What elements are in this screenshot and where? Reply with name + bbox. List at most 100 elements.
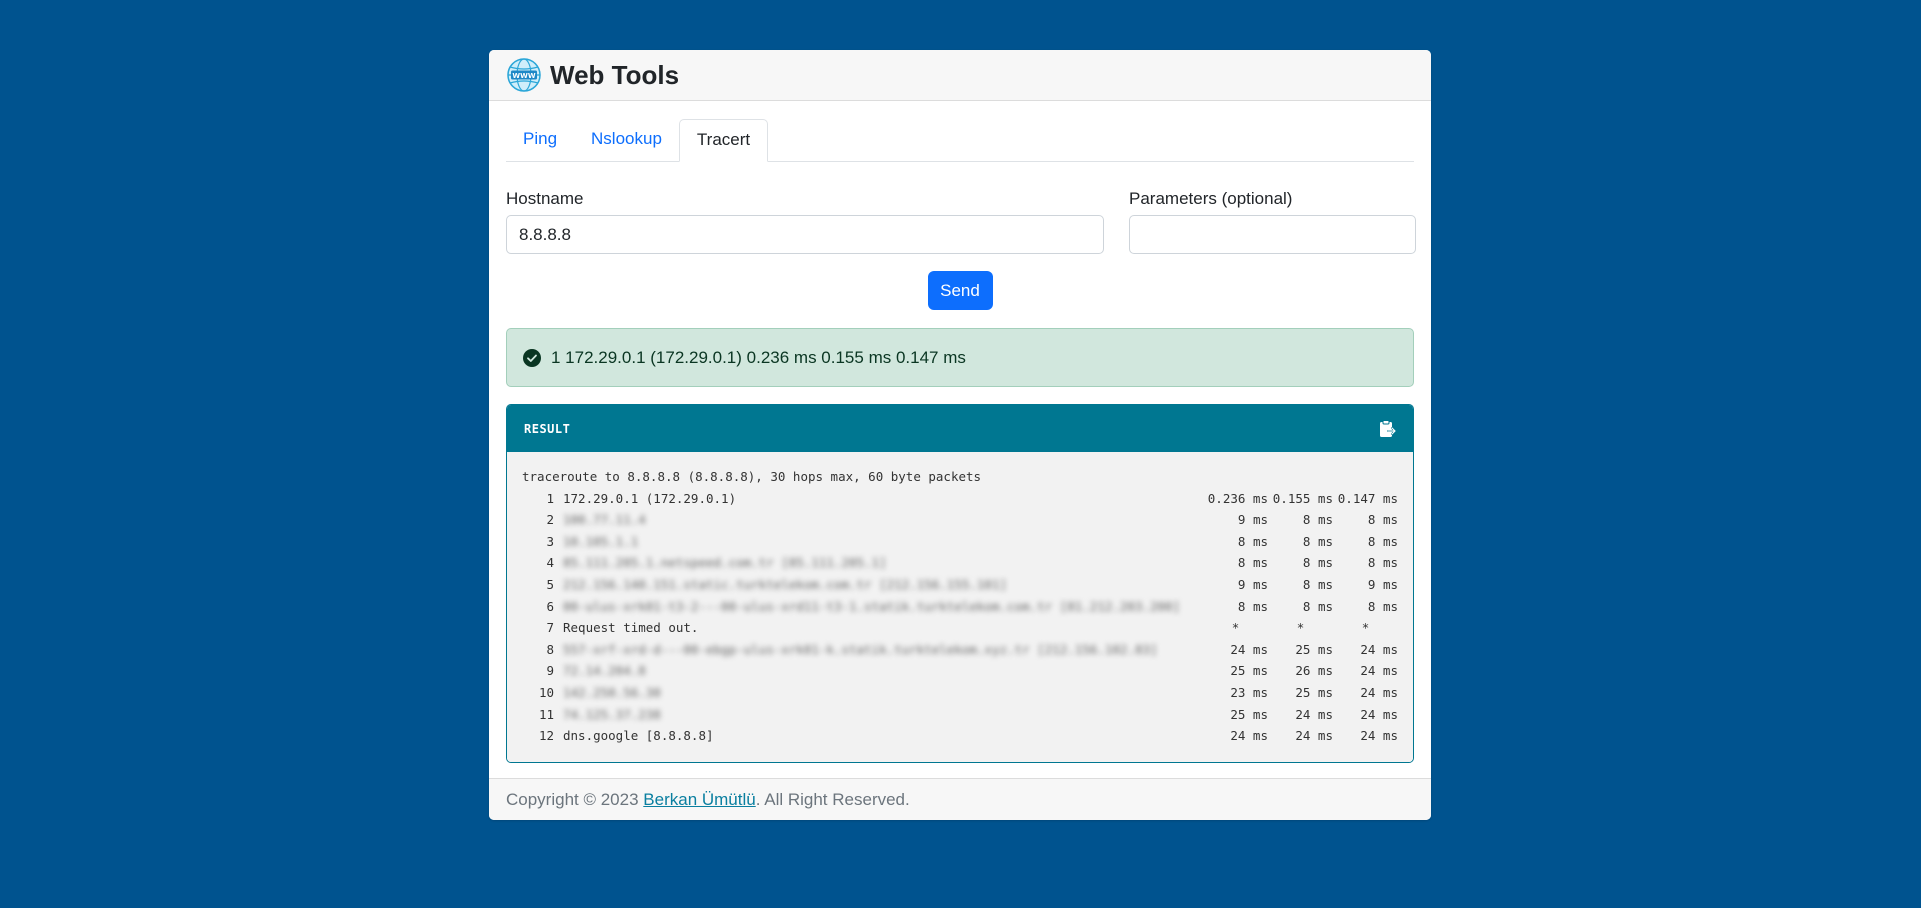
tab-tracert[interactable]: Tracert (678, 119, 769, 162)
hop-time-3: 8 ms (1367, 555, 1398, 571)
hostname-label: Hostname (506, 189, 584, 208)
hop-number: 4 (546, 555, 554, 571)
hop-time-3: 8 ms (1367, 598, 1398, 614)
hop-time-2: 0.155 ms (1272, 490, 1333, 506)
hop-time-2: 24 ms (1295, 728, 1333, 744)
hop-time-3: 24 ms (1360, 728, 1398, 744)
footer: Copyright © 2023 Berkan Ümütlü . All Rig… (489, 778, 1431, 820)
hop-host: 100.77.11.4 (563, 512, 646, 528)
hop-time-3: 8 ms (1367, 533, 1398, 549)
result-output: traceroute to 8.8.8.8 (8.8.8.8), 30 hops… (507, 452, 1413, 762)
hop-row: 8 557-xrf-xrd-d---00-ebgp-ulus-xrk01-k.st… (522, 639, 1398, 661)
hop-times: 9 ms 8 ms 9 ms (1203, 574, 1398, 596)
hop-number: 11 (538, 706, 554, 722)
hop-time-2: 8 ms (1302, 512, 1333, 528)
tab-ping[interactable]: Ping (506, 119, 574, 161)
parameters-group: Parameters (optional) (1129, 189, 1416, 254)
hop-time-2: 8 ms (1302, 576, 1333, 592)
hop-time-1: 8 ms (1237, 533, 1268, 549)
hop-time-1: 9 ms (1237, 576, 1268, 592)
hop-time-3: 24 ms (1360, 663, 1398, 679)
hop-time-1: 9 ms (1237, 512, 1268, 528)
hop-times: 9 ms 8 ms 8 ms (1203, 509, 1398, 531)
tab-nslookup[interactable]: Nslookup (574, 119, 679, 161)
hop-host: 212.156.140.151.static.turktelekom.com.t… (563, 576, 1008, 592)
hop-time-3: 8 ms (1367, 512, 1398, 528)
form-fields: Hostname Parameters (optional) (506, 189, 1416, 254)
hop-time-3: * (1361, 620, 1370, 636)
hop-times: 8 ms 8 ms 8 ms (1203, 531, 1398, 553)
parameters-label: Parameters (optional) (1129, 189, 1293, 208)
hop-row: 10 142.250.56.30 23 ms 25 ms 24 ms (522, 682, 1398, 704)
parameters-input[interactable] (1129, 215, 1416, 254)
hop-time-2: 25 ms (1295, 641, 1333, 657)
hostname-input[interactable] (506, 215, 1104, 254)
hop-time-1: * (1231, 620, 1240, 636)
hop-number: 7 (546, 620, 554, 636)
hop-times: * * * (1203, 617, 1398, 639)
send-wrap: Send (506, 271, 1414, 310)
hostname-group: Hostname (506, 189, 1104, 254)
hop-number: 1 (546, 490, 554, 506)
hop-time-1: 24 ms (1230, 728, 1268, 744)
footer-suffix: . All Right Reserved. (755, 789, 910, 809)
send-button[interactable]: Send (927, 271, 993, 310)
hop-time-1: 23 ms (1230, 684, 1268, 700)
tool-tabs: Ping Nslookup Tracert (506, 119, 1414, 162)
hop-time-3: 0.147 ms (1337, 490, 1398, 506)
hop-host: 74.125.37.238 (563, 706, 661, 722)
hop-number: 3 (546, 533, 554, 549)
hop-time-2: 25 ms (1295, 684, 1333, 700)
hop-row: 6 00-ulus-xrk01-t3-2---00-ulus-xrd11-t3-1… (522, 596, 1398, 618)
success-alert: 1 172.29.0.1 (172.29.0.1) 0.236 ms 0.155… (506, 328, 1414, 387)
hop-times: 25 ms 24 ms 24 ms (1203, 704, 1398, 726)
result-header: RESULT (507, 405, 1413, 452)
hop-times: 0.236 ms 0.155 ms 0.147 ms (1203, 488, 1398, 510)
hop-number: 9 (546, 663, 554, 679)
hop-time-2: 26 ms (1295, 663, 1333, 679)
app-title: Web Tools (550, 59, 680, 90)
card-header: WWW Web Tools (489, 50, 1431, 101)
hop-times: 8 ms 8 ms 8 ms (1203, 596, 1398, 618)
hop-host: 142.250.56.30 (563, 684, 661, 700)
hop-list: 1 172.29.0.1 (172.29.0.1) 0.236 ms 0.155 ms… (522, 488, 1398, 747)
author-link[interactable]: Berkan Ümütlü (643, 790, 755, 810)
hop-host: 172.29.0.1 (172.29.0.1) (563, 490, 737, 506)
hop-row: 12 dns.google [8.8.8.8] 24 ms 24 ms 24 ms (522, 725, 1398, 747)
hop-number: 2 (546, 512, 554, 528)
hop-row: 4 85.111.205.1.netspeed.com.tr [85.111.20… (522, 552, 1398, 574)
hop-time-1: 25 ms (1230, 706, 1268, 722)
hop-time-2: 8 ms (1302, 598, 1333, 614)
result-panel: RESULT traceroute to 8.8.8.8 (8.8.8.8), … (506, 404, 1414, 763)
hop-times: 24 ms 25 ms 24 ms (1203, 639, 1398, 661)
hop-host: dns.google [8.8.8.8] (563, 728, 714, 744)
hop-time-1: 8 ms (1237, 598, 1268, 614)
hop-host: 557-xrf-xrd-d---00-ebgp-ulus-xrk01-k.sta… (563, 641, 1158, 657)
hop-row: 9 72.14.204.8 25 ms 26 ms 24 ms (522, 660, 1398, 682)
hop-time-1: 0.236 ms (1207, 490, 1268, 506)
hop-times: 23 ms 25 ms 24 ms (1203, 682, 1398, 704)
hop-time-1: 24 ms (1230, 641, 1268, 657)
hop-time-1: 8 ms (1237, 555, 1268, 571)
hop-time-2: 24 ms (1295, 706, 1333, 722)
hop-times: 25 ms 26 ms 24 ms (1203, 660, 1398, 682)
hop-number: 8 (546, 641, 554, 657)
hop-host: 10.105.1.1 (563, 533, 639, 549)
clipboard-copy-icon[interactable] (1377, 419, 1397, 439)
hop-row: 11 74.125.37.238 25 ms 24 ms 24 ms (522, 704, 1398, 726)
hop-time-2: * (1296, 620, 1305, 636)
hop-number: 12 (538, 728, 554, 744)
card-body: Ping Nslookup Tracert Hostname Parameter… (489, 119, 1431, 763)
hop-row: 5 212.156.140.151.static.turktelekom.com.… (522, 574, 1398, 596)
hop-host: 85.111.205.1.netspeed.com.tr [85.111.205… (563, 555, 887, 571)
hop-time-3: 24 ms (1360, 684, 1398, 700)
hop-time-1: 25 ms (1230, 663, 1268, 679)
hop-times: 8 ms 8 ms 8 ms (1203, 552, 1398, 574)
hop-time-2: 8 ms (1302, 533, 1333, 549)
result-title: RESULT (524, 421, 571, 436)
alert-text: 1 172.29.0.1 (172.29.0.1) 0.236 ms 0.155… (551, 347, 966, 367)
web-tools-card: WWW Web Tools Ping Nslookup Tracert Host… (489, 50, 1431, 820)
hop-host: Request timed out. (563, 620, 699, 636)
hop-row: 2 100.77.11.4 9 ms 8 ms 8 ms (522, 509, 1398, 531)
hop-time-2: 8 ms (1302, 555, 1333, 571)
